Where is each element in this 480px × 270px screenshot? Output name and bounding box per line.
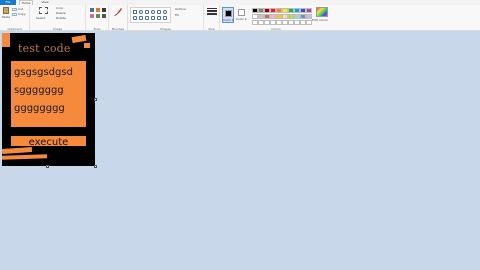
colors-group: Color 1 Color 2 Edit colors Colors bbox=[220, 5, 332, 31]
canvas-text-line: sggggggg bbox=[14, 85, 64, 96]
paint-stroke bbox=[71, 34, 87, 44]
copy-label[interactable]: Copy bbox=[18, 13, 26, 16]
paste-icon[interactable] bbox=[3, 7, 9, 14]
eraser-icon[interactable] bbox=[90, 14, 94, 18]
edit-colors-icon[interactable] bbox=[316, 7, 328, 17]
brushes-group: Brushes bbox=[109, 5, 128, 31]
canvas-text-line: gggggggg bbox=[14, 103, 65, 114]
canvas-resize-handle-bottom[interactable] bbox=[46, 165, 49, 168]
rotate-button[interactable]: Rotate bbox=[56, 17, 66, 20]
line-shape-icon[interactable] bbox=[133, 10, 137, 14]
diamond-shape-icon[interactable] bbox=[139, 16, 143, 20]
select-icon[interactable] bbox=[39, 7, 48, 14]
circle-shape-icon[interactable] bbox=[163, 10, 167, 14]
crop-button[interactable]: Crop bbox=[56, 7, 63, 10]
paint-stroke bbox=[84, 43, 90, 48]
fill-icon[interactable] bbox=[96, 8, 100, 12]
canvas-title-text: test code bbox=[18, 42, 71, 55]
color1-label: Color 1 bbox=[223, 18, 234, 22]
paste-label[interactable]: Paste bbox=[2, 16, 10, 19]
cut-label[interactable]: Cut bbox=[18, 8, 23, 11]
ribbon: Paste Cut Copy Clipboard Select Crop Res… bbox=[0, 5, 480, 31]
shapes-gallery[interactable] bbox=[130, 7, 171, 23]
canvas-text-line: gsgsgsdgsd bbox=[14, 67, 73, 78]
paint-stroke bbox=[2, 154, 48, 160]
canvas-resize-handle-corner[interactable] bbox=[94, 165, 97, 168]
canvas-resize-handle-right[interactable] bbox=[94, 98, 97, 101]
arrow-shape-icon[interactable] bbox=[157, 16, 161, 20]
drawing-canvas[interactable]: test code gsgsgsdgsd sggggggg gggggggg e… bbox=[2, 33, 95, 166]
shapes-group: Outline Fill Shapes bbox=[128, 5, 204, 31]
canvas-workspace: test code gsgsgsdgsd sggggggg gggggggg e… bbox=[0, 31, 480, 270]
color1-button[interactable]: Color 1 bbox=[222, 7, 234, 23]
paint-stroke bbox=[2, 33, 10, 47]
rounded-rectangle-shape-icon[interactable] bbox=[151, 10, 155, 14]
clipboard-group: Paste Cut Copy Clipboard bbox=[0, 5, 30, 31]
image-group: Select Crop Resize Rotate Image bbox=[30, 5, 86, 31]
canvas-execute-text: execute bbox=[11, 136, 86, 146]
color2-label: Color 2 bbox=[236, 17, 247, 21]
star-shape-icon[interactable] bbox=[163, 16, 167, 20]
copy-icon[interactable] bbox=[12, 13, 17, 16]
magnifier-icon[interactable] bbox=[102, 14, 106, 18]
color2-button[interactable]: Color 2 bbox=[236, 7, 247, 23]
canvas-orange-box: gsgsgsdgsd sggggggg gggggggg bbox=[11, 61, 86, 127]
hexagon-shape-icon[interactable] bbox=[151, 16, 155, 20]
color-picker-icon[interactable] bbox=[96, 14, 100, 18]
fill-button[interactable]: Fill bbox=[175, 14, 179, 17]
pencil-icon[interactable] bbox=[90, 8, 94, 12]
resize-button[interactable]: Resize bbox=[56, 12, 66, 15]
oval-shape-icon[interactable] bbox=[139, 10, 143, 14]
cut-icon[interactable] bbox=[12, 8, 17, 11]
pentagon-shape-icon[interactable] bbox=[145, 16, 149, 20]
edit-colors-label[interactable]: Edit colors bbox=[312, 19, 328, 22]
outline-button[interactable]: Outline bbox=[175, 8, 186, 11]
color1-swatch bbox=[225, 10, 232, 17]
size-icon[interactable] bbox=[207, 8, 217, 16]
paint-stroke bbox=[2, 146, 33, 155]
brush-icon[interactable] bbox=[113, 7, 123, 17]
tools-group: Tools bbox=[86, 5, 109, 31]
triangle-shape-icon[interactable] bbox=[133, 16, 137, 20]
text-icon[interactable] bbox=[102, 8, 106, 12]
palette-swatch[interactable] bbox=[306, 8, 312, 13]
rectangle-shape-icon[interactable] bbox=[145, 10, 149, 14]
polygon-shape-icon[interactable] bbox=[157, 10, 161, 14]
color2-swatch bbox=[238, 9, 245, 16]
size-group: Size bbox=[204, 5, 220, 31]
select-label[interactable]: Select bbox=[36, 17, 45, 20]
